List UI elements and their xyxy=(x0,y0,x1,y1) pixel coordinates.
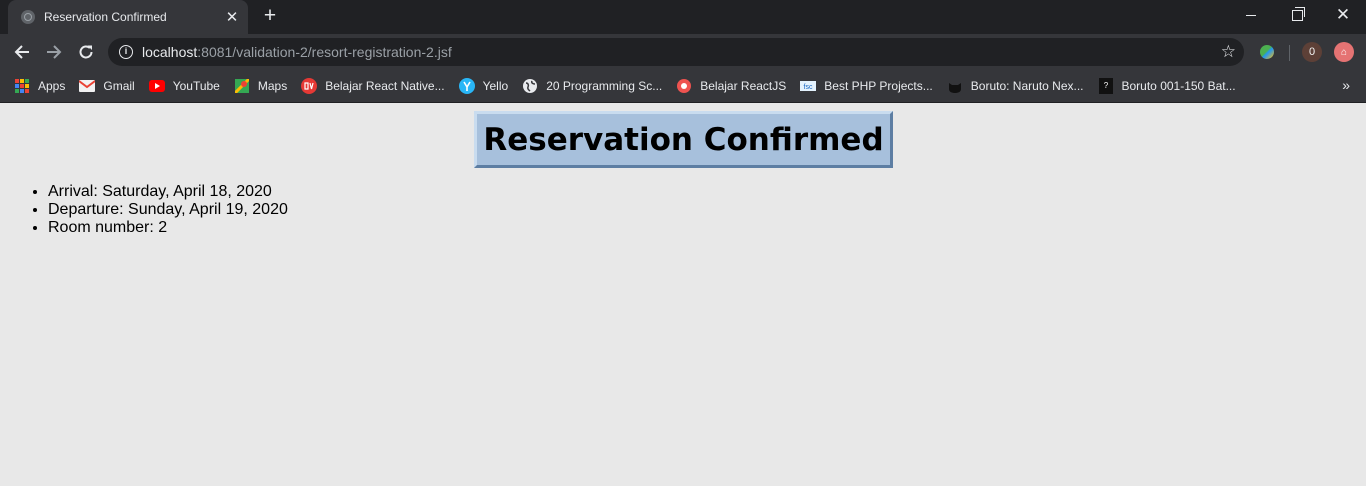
boruto-icon: ? xyxy=(1098,78,1114,94)
bookmark-label: YouTube xyxy=(172,79,220,93)
dw-icon xyxy=(301,78,318,94)
restore-icon xyxy=(1291,6,1305,21)
tab-reservation-confirmed[interactable]: Reservation Confirmed ✕ xyxy=(8,0,248,34)
url-text: localhost:8081/validation-2/resort-regis… xyxy=(142,44,452,60)
reload-icon xyxy=(79,45,93,59)
close-window-button[interactable]: ✕ xyxy=(1320,0,1366,30)
yello-icon xyxy=(458,78,475,94)
bookmark-boruto-001-150[interactable]: ? Boruto 001-150 Bat... xyxy=(1098,78,1236,94)
globe-extension-icon xyxy=(1260,45,1274,59)
site-info-icon[interactable]: i xyxy=(119,45,133,59)
bookmark-20-programming[interactable]: 20 Programming Sc... xyxy=(522,78,662,94)
reload-button[interactable] xyxy=(74,40,98,64)
bookmark-belajar-react-native[interactable]: Belajar React Native... xyxy=(301,78,445,94)
bookmark-label: Belajar React Native... xyxy=(325,79,445,93)
apps-grid-icon xyxy=(14,78,30,94)
close-icon: ✕ xyxy=(1335,5,1351,24)
cat-icon xyxy=(947,78,963,94)
restore-button[interactable] xyxy=(1274,0,1320,30)
bookmarks-bar: Apps Gmail YouTube Maps Belajar React Na… xyxy=(0,70,1366,103)
more-bookmarks-chevron-icon[interactable]: » xyxy=(1342,77,1350,93)
list-item-arrival: Arrival: Saturday, April 18, 2020 xyxy=(48,183,288,201)
tab-strip: Reservation Confirmed ✕ + ✕ xyxy=(0,0,1366,34)
tab-close-icon[interactable]: ✕ xyxy=(222,8,242,26)
bookmark-belajar-reactjs[interactable]: Belajar ReactJS xyxy=(676,78,786,94)
bookmark-label: Boruto 001-150 Bat... xyxy=(1121,79,1236,93)
forward-button[interactable] xyxy=(42,40,66,64)
minimize-icon xyxy=(1246,14,1256,16)
maps-icon xyxy=(234,78,250,94)
globe-icon xyxy=(522,78,538,94)
bookmark-apps[interactable]: Apps xyxy=(14,78,65,94)
arrow-right-icon xyxy=(47,45,62,59)
extension-counter-button[interactable]: 0 xyxy=(1302,42,1322,62)
bookmark-star-icon[interactable]: ☆ xyxy=(1221,42,1236,62)
bookmark-label: 20 Programming Sc... xyxy=(546,79,663,93)
house-icon: ⌂ xyxy=(1340,46,1348,58)
bookmark-label: Maps xyxy=(257,79,288,93)
bookmark-gmail[interactable]: Gmail xyxy=(79,78,135,94)
reservation-details-list: Arrival: Saturday, April 18, 2020 Depart… xyxy=(8,183,288,237)
counter-badge: 0 xyxy=(1308,46,1316,58)
back-button[interactable] xyxy=(10,40,34,64)
svg-text:fsc: fsc xyxy=(804,84,813,91)
reactjs-icon xyxy=(676,78,692,94)
bookmark-maps[interactable]: Maps xyxy=(234,78,287,94)
bookmark-label: Boruto: Naruto Nex... xyxy=(970,79,1084,93)
bookmark-label: Best PHP Projects... xyxy=(824,79,933,93)
youtube-icon xyxy=(148,78,165,94)
bookmark-youtube[interactable]: YouTube xyxy=(148,78,220,94)
bookmark-label: Gmail xyxy=(103,79,135,93)
minimize-button[interactable] xyxy=(1228,0,1274,30)
bookmark-label: Belajar ReactJS xyxy=(700,79,787,93)
list-item-departure: Departure: Sunday, April 19, 2020 xyxy=(48,201,288,219)
profile-avatar-button[interactable]: ⌂ xyxy=(1334,42,1354,62)
address-bar[interactable]: i localhost:8081/validation-2/resort-reg… xyxy=(108,38,1244,66)
globe-favicon-icon xyxy=(21,10,35,24)
page-content: Reservation Confirmed Arrival: Saturday,… xyxy=(0,103,1366,486)
bookmark-best-php-projects[interactable]: fsc Best PHP Projects... xyxy=(800,78,933,94)
bookmark-label: Yello xyxy=(482,79,509,93)
heading-box: Reservation Confirmed xyxy=(474,111,893,168)
bookmark-yello[interactable]: Yello xyxy=(458,78,509,94)
svg-text:?: ? xyxy=(1103,81,1108,90)
bookmark-boruto-naruto-next[interactable]: Boruto: Naruto Nex... xyxy=(947,78,1084,94)
extension-globe-button[interactable] xyxy=(1257,42,1277,62)
php-icon: fsc xyxy=(800,78,817,94)
arrow-left-icon xyxy=(14,45,29,59)
new-tab-button[interactable]: + xyxy=(258,5,282,29)
tab-title: Reservation Confirmed xyxy=(44,10,167,24)
toolbar: i localhost:8081/validation-2/resort-reg… xyxy=(0,34,1366,70)
page-title: Reservation Confirmed xyxy=(483,121,884,158)
gmail-icon xyxy=(79,78,96,94)
list-item-room-number: Room number: 2 xyxy=(48,219,288,237)
bookmark-label: Apps xyxy=(38,79,66,93)
toolbar-divider xyxy=(1289,45,1290,61)
